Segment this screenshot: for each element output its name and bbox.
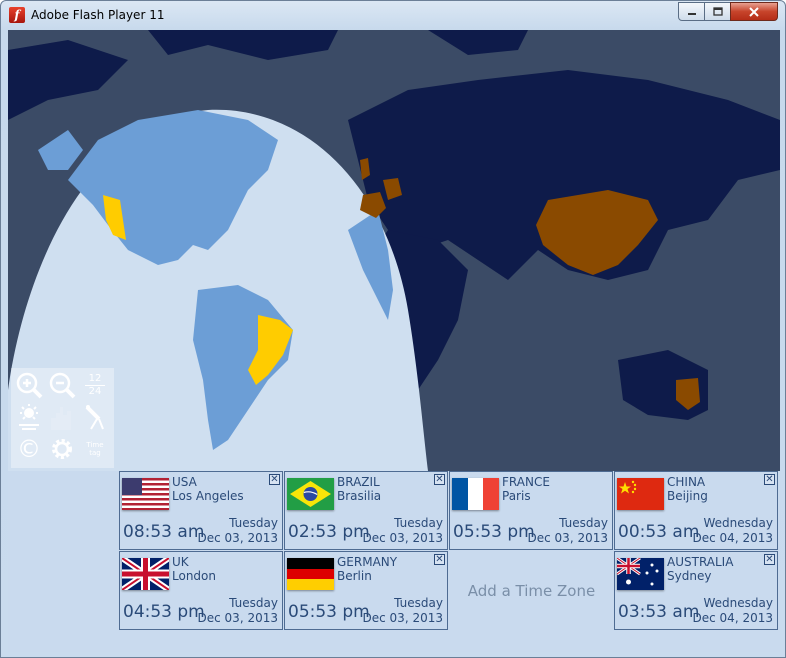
clock-time: 05:53 pm — [288, 602, 370, 622]
clock-date: Dec 03, 2013 — [362, 531, 443, 545]
clock-date: Dec 03, 2013 — [362, 611, 443, 625]
night-telescope-icon — [85, 405, 104, 430]
clock-time: 08:53 am — [123, 522, 205, 542]
time-tag-button[interactable]: Time tag — [79, 434, 111, 464]
city-label: Los Angeles — [172, 489, 244, 503]
title-bar[interactable]: f Adobe Flash Player 11 — [1, 1, 785, 29]
clock-time: 04:53 pm — [123, 602, 205, 622]
settings-button[interactable] — [46, 434, 78, 464]
city-lights-toggle[interactable] — [46, 402, 78, 432]
time-tag-top: Time — [86, 441, 104, 449]
country-label: UK — [172, 555, 189, 569]
clock-card-germany[interactable]: GERMANY Berlin ✕ 05:53 pm Tuesday Dec 03… — [284, 551, 448, 630]
city-label: Paris — [502, 489, 531, 503]
time-zone-grid: USA Los Angeles ✕ 08:53 am Tuesday Dec 0… — [8, 471, 780, 652]
flash-icon: f — [9, 7, 25, 23]
clock-date: Dec 03, 2013 — [197, 531, 278, 545]
clock-day: Tuesday — [229, 516, 278, 530]
clock-date: Dec 04, 2013 — [692, 531, 773, 545]
australia-flag-icon — [617, 558, 664, 590]
country-label: USA — [172, 475, 197, 489]
country-label: AUSTRALIA — [667, 555, 734, 569]
zoom-out-icon — [49, 372, 76, 399]
maximize-button[interactable] — [704, 2, 731, 21]
daylight-sun-icon — [19, 404, 39, 430]
settings-gear-icon — [52, 439, 72, 459]
close-button[interactable] — [730, 2, 778, 21]
copyright-button[interactable]: © — [13, 434, 45, 464]
minimize-button[interactable] — [678, 2, 705, 21]
clock-date: Dec 03, 2013 — [527, 531, 608, 545]
city-label: Berlin — [337, 569, 372, 583]
minimize-icon — [687, 12, 696, 15]
clock-date: Dec 04, 2013 — [692, 611, 773, 625]
city-label: Beijing — [667, 489, 708, 503]
clock-time: 00:53 am — [618, 522, 700, 542]
clock-day: Tuesday — [394, 516, 443, 530]
usa-flag-icon — [122, 478, 169, 510]
clock-card-brazil[interactable]: BRAZIL Brasilia ✕ 02:53 pm Tuesday Dec 0… — [284, 471, 448, 550]
uk-flag-icon — [122, 558, 169, 590]
clock-date: Dec 03, 2013 — [197, 611, 278, 625]
clock-card-uk[interactable]: UK London 04:53 pm Tuesday Dec 03, 2013 — [119, 551, 283, 630]
daylight-toggle[interactable] — [13, 402, 45, 432]
hour-format-12: 12 — [88, 372, 102, 384]
clock-day: Wednesday — [703, 516, 773, 530]
window-title: Adobe Flash Player 11 — [31, 8, 165, 22]
world-time-map[interactable] — [8, 30, 780, 471]
city-skyline-icon — [51, 407, 71, 430]
country-label: BRAZIL — [337, 475, 380, 489]
map-toolbox: 12 24 © Time tag — [11, 368, 114, 468]
night-view-toggle[interactable] — [79, 402, 111, 432]
remove-clock-button[interactable]: ✕ — [269, 474, 280, 485]
city-label: Brasilia — [337, 489, 382, 503]
add-time-zone-button[interactable]: Add a Time Zone — [449, 551, 614, 631]
flash-player-window: f Adobe Flash Player 11 12 24 © Time tag… — [0, 0, 786, 658]
hour-format-24: 24 — [88, 385, 102, 397]
clock-card-australia[interactable]: AUSTRALIA Sydney ✕ 03:53 am Wednesday De… — [614, 551, 778, 630]
clock-day: Tuesday — [229, 596, 278, 610]
zoom-in-icon — [16, 372, 43, 399]
brazil-flag-icon — [287, 478, 334, 510]
clock-day: Wednesday — [703, 596, 773, 610]
zoom-out-button[interactable] — [46, 370, 78, 400]
zoom-in-button[interactable] — [13, 370, 45, 400]
remove-clock-button[interactable]: ✕ — [764, 554, 775, 565]
china-flag-icon — [617, 478, 664, 510]
clock-time: 02:53 pm — [288, 522, 370, 542]
clock-card-usa[interactable]: USA Los Angeles ✕ 08:53 am Tuesday Dec 0… — [119, 471, 283, 550]
remove-clock-button[interactable]: ✕ — [434, 554, 445, 565]
maximize-icon — [712, 6, 723, 16]
clock-day: Tuesday — [559, 516, 608, 530]
clock-card-china[interactable]: CHINA Beijing ✕ 00:53 am Wednesday Dec 0… — [614, 471, 778, 550]
germany-flag-icon — [287, 558, 334, 590]
close-icon — [749, 6, 759, 17]
copyright-icon: © — [17, 435, 41, 463]
france-flag-icon — [452, 478, 499, 510]
remove-clock-button[interactable]: ✕ — [434, 474, 445, 485]
time-tag-bottom: tag — [89, 449, 101, 457]
clock-day: Tuesday — [394, 596, 443, 610]
clock-time: 05:53 pm — [453, 522, 535, 542]
clock-time: 03:53 am — [618, 602, 700, 622]
12-24-hour-toggle[interactable]: 12 24 — [79, 370, 111, 400]
city-label: London — [172, 569, 216, 583]
city-label: Sydney — [667, 569, 712, 583]
remove-clock-button[interactable]: ✕ — [764, 474, 775, 485]
country-label: FRANCE — [502, 475, 550, 489]
country-label: CHINA — [667, 475, 706, 489]
app-content: 12 24 © Time tag USA Los Angeles ✕ 08:53… — [8, 30, 780, 652]
clock-card-france[interactable]: FRANCE Paris 05:53 pm Tuesday Dec 03, 20… — [449, 471, 613, 550]
country-label: GERMANY — [337, 555, 398, 569]
